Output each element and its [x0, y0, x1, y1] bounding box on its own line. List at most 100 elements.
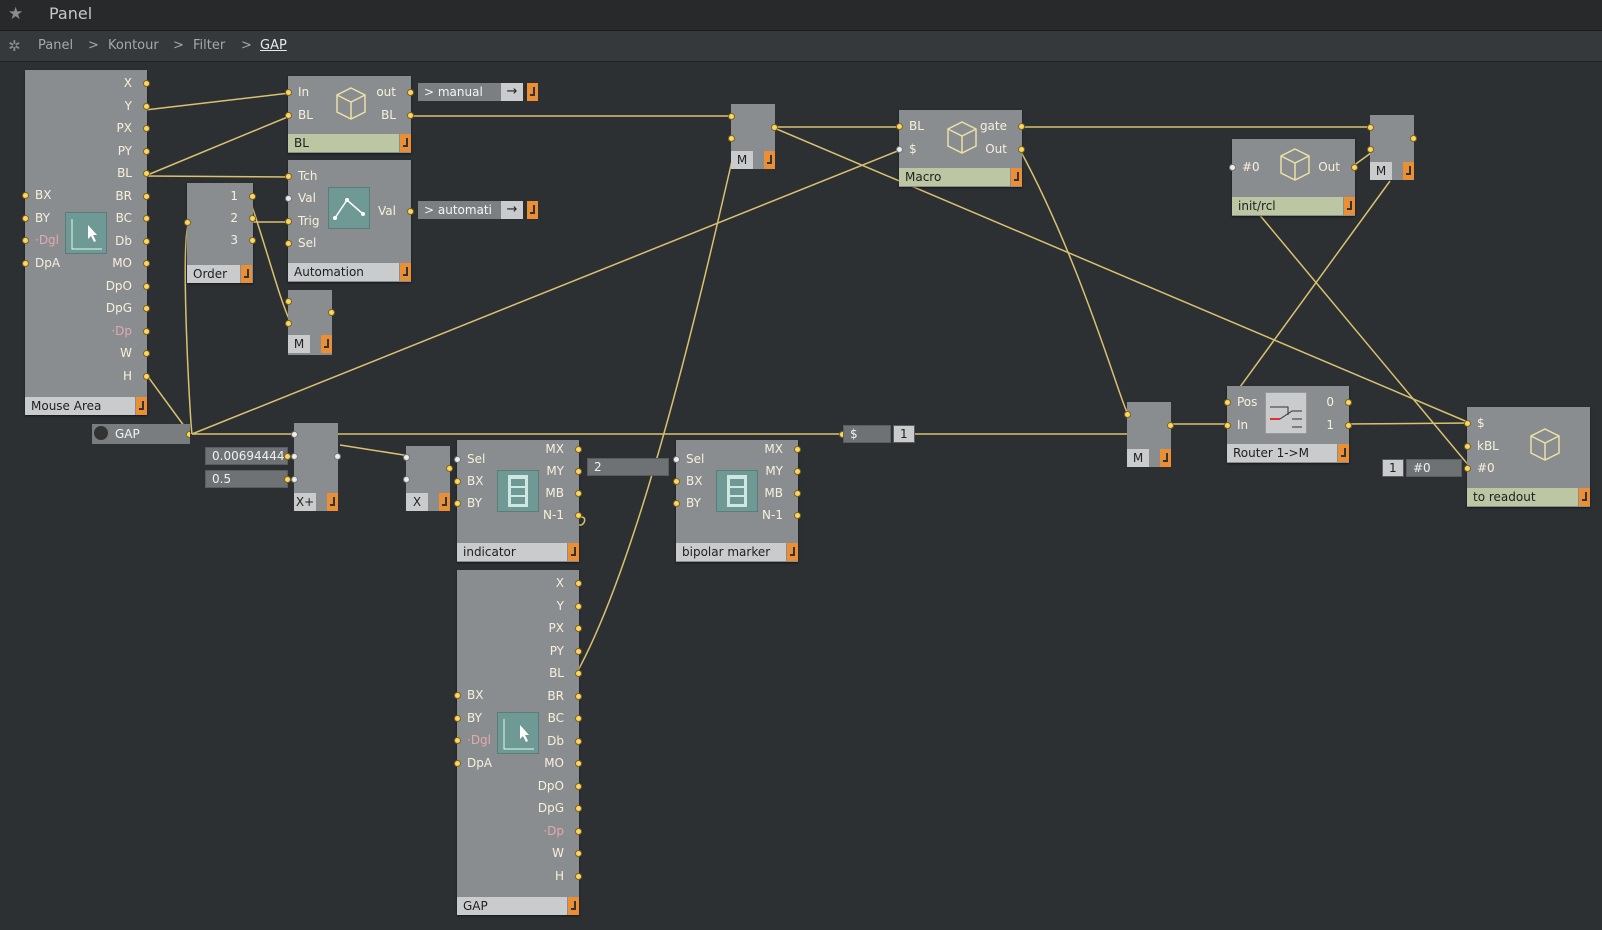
port-in[interactable] — [403, 476, 410, 483]
output-button[interactable] — [400, 263, 411, 281]
output-port[interactable] — [575, 715, 582, 722]
output-port[interactable] — [575, 737, 582, 745]
port-dollar[interactable] — [896, 146, 903, 153]
value-field[interactable]: 2 — [587, 458, 669, 476]
to-readout-module[interactable]: $ kBL #0 to readout — [1464, 407, 1590, 507]
router-module[interactable]: Pos In 0 1 Router 1->M — [1224, 386, 1352, 463]
port-dollar[interactable] — [1464, 420, 1471, 427]
output-port[interactable] — [143, 80, 150, 87]
port-in[interactable] — [184, 219, 191, 226]
automation-control[interactable]: > automati — [418, 201, 506, 219]
input-port[interactable] — [454, 478, 461, 485]
port-in[interactable] — [1367, 124, 1374, 131]
port-gate[interactable] — [1018, 123, 1025, 130]
output-port[interactable] — [143, 372, 150, 380]
input-port[interactable] — [454, 500, 461, 507]
port-in[interactable] — [285, 89, 292, 96]
port-0[interactable] — [1345, 399, 1352, 406]
bl-macro-module[interactable]: In BL out BL BL — [285, 76, 414, 153]
gap-mouse-area-module[interactable]: X Y PX PY BL BR BC Db MO DpO DpG ·Dp W H BX BY ·Dgl DpA G… — [454, 570, 582, 915]
output-port[interactable] — [143, 125, 150, 132]
input-port[interactable] — [22, 259, 29, 267]
output-port[interactable] — [143, 192, 150, 200]
input-port[interactable] — [673, 478, 680, 485]
value-field[interactable]: #0 — [1406, 459, 1462, 477]
output-port[interactable] — [575, 647, 582, 655]
port-out[interactable] — [446, 465, 453, 472]
output-port[interactable] — [143, 215, 150, 222]
input-port[interactable] — [673, 500, 680, 507]
add-module[interactable]: X+ — [291, 423, 341, 511]
dollar-field[interactable]: $ — [843, 425, 891, 443]
port-in[interactable] — [291, 453, 298, 460]
port-tch[interactable] — [285, 173, 292, 180]
port-sel[interactable] — [285, 240, 292, 247]
output-port[interactable] — [143, 260, 150, 267]
output-port[interactable] — [794, 446, 801, 453]
port-in[interactable] — [291, 476, 298, 483]
output-port[interactable] — [575, 580, 582, 587]
input-port[interactable] — [454, 714, 461, 722]
port-out[interactable] — [1351, 164, 1358, 171]
port-hash0[interactable] — [1464, 465, 1471, 472]
output-port[interactable] — [794, 490, 801, 497]
port-trig[interactable] — [285, 218, 292, 225]
input-port[interactable] — [454, 759, 461, 767]
merge-module[interactable]: M — [1124, 402, 1174, 467]
output-button[interactable] — [1160, 449, 1171, 467]
input-port[interactable] — [22, 214, 29, 222]
port-in[interactable] — [285, 298, 292, 305]
output-port[interactable] — [575, 625, 582, 632]
send-arrow-button[interactable]: → — [501, 83, 523, 101]
value-field[interactable]: 0.5 — [205, 470, 288, 488]
port-out[interactable] — [1167, 422, 1174, 429]
output-port[interactable] — [575, 782, 582, 790]
mouse-area-module[interactable]: X Y PX PY BL BR BC Db MO DpO DpG ·Dp W H BX BY ·Dgl DpA M… — [22, 70, 150, 415]
port-in[interactable] — [284, 476, 291, 483]
input-port[interactable] — [22, 237, 29, 244]
port-in[interactable] — [728, 113, 735, 120]
power-icon[interactable] — [94, 426, 108, 440]
merge-module[interactable]: M — [728, 104, 778, 169]
output-port[interactable] — [575, 490, 582, 497]
input-port[interactable] — [454, 456, 461, 463]
port-in[interactable] — [291, 431, 298, 438]
port-in[interactable] — [284, 453, 291, 460]
output-button[interactable] — [568, 543, 579, 561]
output-button[interactable] — [1338, 444, 1349, 462]
port-pos[interactable] — [1224, 399, 1231, 406]
output-button[interactable] — [568, 897, 579, 915]
output-port[interactable] — [143, 282, 150, 290]
port-3[interactable] — [249, 237, 256, 244]
port-bl[interactable] — [285, 112, 292, 119]
output-port[interactable] — [575, 512, 582, 519]
value-field[interactable]: 1 — [1382, 459, 1404, 477]
output-button[interactable] — [527, 201, 538, 219]
port-out[interactable] — [186, 431, 190, 438]
output-button[interactable] — [321, 335, 332, 353]
output-port[interactable] — [575, 760, 582, 767]
port-in[interactable] — [1224, 422, 1231, 429]
port-bl-out[interactable] — [407, 112, 414, 119]
output-port[interactable] — [575, 692, 582, 700]
manual-control[interactable]: > manual — [418, 83, 506, 101]
input-port[interactable] — [454, 692, 461, 699]
output-button[interactable] — [1011, 168, 1022, 186]
input-port[interactable] — [22, 192, 29, 199]
port-2[interactable] — [249, 215, 256, 222]
port-out[interactable] — [1410, 135, 1417, 142]
value-field[interactable]: 0.00694444 — [205, 447, 288, 465]
macro-module[interactable]: BL $ gate Out Macro — [896, 110, 1025, 187]
gap-knob-control[interactable]: GAP — [92, 424, 190, 444]
output-port[interactable] — [143, 237, 150, 245]
port-out[interactable] — [407, 89, 414, 96]
port-out[interactable] — [334, 453, 341, 460]
port-out[interactable] — [771, 124, 778, 131]
output-button[interactable] — [400, 134, 411, 152]
output-port[interactable] — [575, 872, 582, 880]
output-port[interactable] — [143, 170, 150, 177]
port-in[interactable] — [403, 454, 410, 461]
output-port[interactable] — [575, 827, 582, 835]
output-port[interactable] — [575, 805, 582, 812]
bipolar-marker-module[interactable]: Sel BX BY MX MY MB N-1 bipolar marker — [673, 440, 801, 562]
